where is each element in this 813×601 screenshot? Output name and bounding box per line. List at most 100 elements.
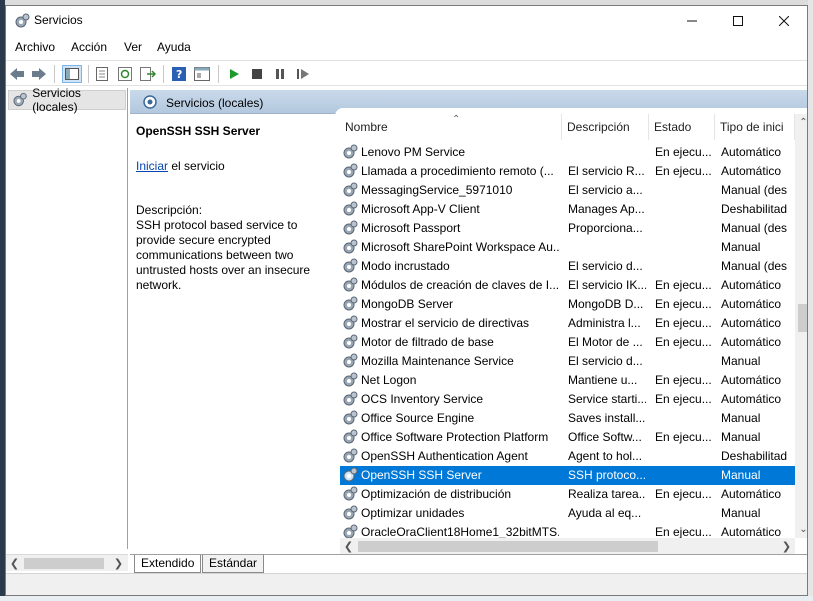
tree-item-label: Servicios (locales) [32, 86, 81, 114]
service-gear-icon [343, 448, 358, 463]
service-row[interactable]: Optimizar unidades Ayuda al eq... Manual [340, 504, 795, 523]
service-row[interactable]: Mostrar el servicio de directivas Adminis… [340, 314, 795, 333]
export-list-icon[interactable] [139, 65, 157, 83]
tab-extendido[interactable]: Extendido [134, 555, 202, 573]
service-row[interactable]: Microsoft SharePoint Workspace Au... Manu… [340, 238, 795, 257]
tree-horizontal-scrollbar[interactable]: ❮ ❯ [6, 554, 128, 571]
service-row[interactable]: Office Software Protection Platform Offic… [340, 428, 795, 447]
list-vertical-scrollbar[interactable]: ⌃ ⌄ [795, 114, 807, 538]
service-row-selected[interactable]: OpenSSH SSH Server SSH protoco... Manual [340, 466, 795, 485]
service-startup-type: Deshabilitad [721, 202, 788, 216]
service-gear-icon [343, 353, 358, 368]
service-row[interactable]: Módulos de creación de claves de I... El … [340, 276, 795, 295]
service-gear-icon [343, 391, 358, 406]
toolbar: ? [6, 60, 807, 86]
list-horizontal-scrollbar[interactable]: ❮ ❯ [340, 538, 795, 555]
service-startup-type: Manual [721, 240, 761, 254]
service-description: Manages Ap... [568, 202, 645, 216]
properties-icon[interactable] [93, 65, 111, 83]
services-gear-icon [143, 95, 157, 109]
toolbar-separator [88, 65, 89, 83]
scrollbar-thumb[interactable] [798, 304, 807, 332]
service-gear-icon [343, 144, 358, 159]
service-row[interactable]: Office Source Engine Saves install... Manu… [340, 409, 795, 428]
service-name: MessagingService_5971010 [361, 183, 513, 197]
service-state: En ejecu... [655, 430, 712, 444]
service-startup-type: Automático [721, 316, 782, 330]
scroll-up-icon[interactable]: ⌃ [795, 114, 807, 131]
desktop-background-right [808, 0, 813, 601]
service-gear-icon [343, 163, 358, 178]
scroll-right-icon[interactable]: ❯ [778, 538, 795, 555]
title-bar[interactable]: Servicios [6, 6, 807, 36]
service-row[interactable]: Motor de filtrado de base El Motor de ...… [340, 333, 795, 352]
column-header-startup-type[interactable]: Tipo de inici [715, 114, 795, 140]
service-gear-icon [343, 334, 358, 349]
service-row[interactable]: OCS Inventory Service Service starti... En… [340, 390, 795, 409]
minimize-button[interactable] [669, 6, 715, 36]
service-row[interactable]: MongoDB Server MongoDB D... En ejecu... Aut… [340, 295, 795, 314]
column-header-description[interactable]: Descripción [562, 114, 649, 140]
service-row[interactable]: Llamada a procedimiento remoto (... El se… [340, 162, 795, 181]
forward-arrow-icon[interactable] [30, 65, 48, 83]
play-icon[interactable] [225, 65, 243, 83]
menu-ver[interactable]: Ver [124, 40, 142, 54]
service-row[interactable]: OpenSSH Authentication Agent Agent to hol… [340, 447, 795, 466]
pause-icon[interactable] [271, 65, 289, 83]
scroll-left-icon[interactable]: ❮ [340, 538, 357, 555]
stop-icon[interactable] [248, 65, 266, 83]
service-name: OCS Inventory Service [361, 392, 484, 406]
service-row[interactable]: Optimización de distribución Realiza tare… [340, 485, 795, 504]
maximize-button[interactable] [715, 6, 761, 36]
service-gear-icon [343, 467, 358, 482]
help-icon[interactable]: ? [170, 65, 188, 83]
service-row[interactable]: Modo incrustado El servicio d... Manual (d… [340, 257, 795, 276]
services-gear-icon [15, 13, 30, 28]
column-header-state[interactable]: Estado [649, 114, 715, 140]
service-gear-icon [343, 505, 358, 520]
column-name-label: Nombre [345, 120, 388, 134]
service-row[interactable]: Microsoft App-V Client Manages Ap... Desha… [340, 200, 795, 219]
scroll-left-icon[interactable]: ❮ [6, 555, 23, 572]
scroll-down-icon[interactable]: ⌄ [795, 521, 807, 538]
description-text: SSH protocol based service to provide se… [136, 218, 311, 292]
service-description: Proporciona... [568, 221, 643, 235]
service-row[interactable]: Lenovo PM Service En ejecu... Automático [340, 143, 795, 162]
service-description: MongoDB D... [568, 297, 644, 311]
service-description: El Motor de ... [568, 335, 643, 349]
service-row[interactable]: MessagingService_5971010 El servicio a...… [340, 181, 795, 200]
window-title: Servicios [34, 13, 83, 27]
back-arrow-icon[interactable] [8, 65, 26, 83]
service-name: Llamada a procedimiento remoto (... [361, 164, 554, 178]
column-header-name[interactable]: Nombre ⌃ [340, 114, 562, 140]
scroll-right-icon[interactable]: ❯ [110, 555, 127, 572]
close-button[interactable] [761, 6, 807, 36]
tree-item-servicios-locales[interactable]: Servicios (locales) [8, 86, 126, 114]
service-startup-type: Manual (des [721, 221, 788, 235]
refresh-icon[interactable] [116, 65, 134, 83]
menu-accion[interactable]: Acción [71, 40, 107, 54]
service-row[interactable]: Mozilla Maintenance Service El servicio d… [340, 352, 795, 371]
start-service-link[interactable]: Iniciar [136, 159, 168, 173]
scrollbar-thumb[interactable] [358, 541, 658, 552]
service-row[interactable]: OracleOraClient18Home1_32bitMTS... En eje… [340, 523, 795, 538]
service-startup-type: Automático [721, 373, 782, 387]
console-tree-icon[interactable] [62, 65, 82, 83]
column-type-label: Tipo de inici [720, 120, 784, 134]
service-row[interactable]: Microsoft Passport Proporciona... Manual (… [340, 219, 795, 238]
service-name: Motor de filtrado de base [361, 335, 494, 349]
desktop-background-bottom [0, 596, 813, 601]
tab-estandar[interactable]: Estándar [202, 555, 265, 573]
service-startup-type: Automático [721, 297, 782, 311]
restart-icon[interactable] [294, 65, 312, 83]
service-row[interactable]: Net Logon Mantiene u... En ejecu... Automát… [340, 371, 795, 390]
service-description: El servicio d... [568, 259, 643, 273]
menu-archivo[interactable]: Archivo [15, 40, 55, 54]
service-description: Administra l... [568, 316, 641, 330]
view-icon[interactable] [193, 65, 211, 83]
service-state: En ejecu... [655, 316, 712, 330]
service-name: Mostrar el servicio de directivas [361, 316, 530, 330]
scrollbar-thumb[interactable] [24, 558, 104, 569]
menu-ayuda[interactable]: Ayuda [157, 40, 191, 54]
column-description-label: Descripción [567, 120, 630, 134]
